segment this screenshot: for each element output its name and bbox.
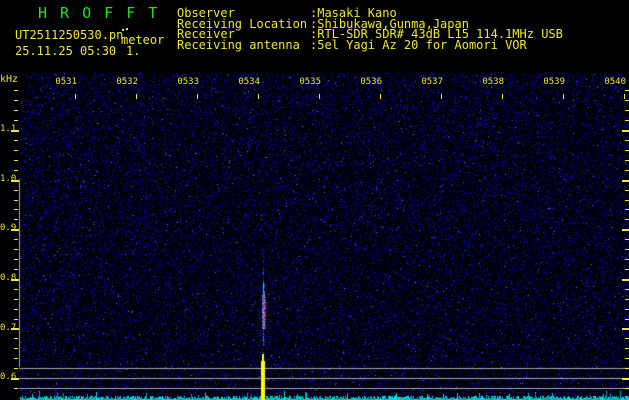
time-tick-label: 0539: [543, 77, 565, 87]
freq-minor-tick-right: [625, 100, 629, 102]
freq-minor-tick: [14, 348, 18, 350]
freq-major-tick-right: [622, 130, 629, 133]
time-tick-label: 0540: [604, 77, 626, 87]
freq-minor-tick: [14, 189, 18, 191]
freq-major-tick-right: [622, 229, 629, 232]
freq-minor-tick: [14, 100, 18, 102]
time-tick-mark: [319, 94, 320, 99]
freq-minor-tick-right: [625, 209, 629, 211]
freq-minor-tick-right: [625, 358, 629, 360]
freq-minor-tick: [14, 268, 18, 270]
time-tick-mark: [197, 94, 198, 99]
time-tick-label: 0538: [482, 77, 504, 87]
time-tick-label: 0535: [299, 77, 321, 87]
antenna-label: Receiving antenna: [177, 37, 300, 52]
time-tick-mark: [624, 94, 625, 99]
freq-minor-tick: [14, 239, 18, 241]
freq-minor-tick: [14, 149, 18, 151]
app-title: H R O F F T: [38, 4, 160, 22]
freq-minor-tick-right: [625, 318, 629, 320]
hrofft-screenshot: H R O F F T UT2511250530.pn meteor 25.11…: [0, 0, 629, 400]
filename-text: UT2511250530.pn: [15, 28, 124, 42]
time-tick-label: 0531: [55, 77, 77, 87]
freq-minor-tick: [14, 159, 18, 161]
time-tick-mark: [380, 94, 381, 99]
freq-minor-tick-right: [625, 259, 629, 261]
datetime-text: 25.11.25 05:30: [15, 44, 117, 58]
freq-minor-tick-right: [625, 239, 629, 241]
freq-minor-tick: [14, 140, 18, 141]
freq-minor-tick-right: [625, 268, 629, 270]
time-tick-mark: [563, 94, 564, 99]
time-tick-mark: [441, 94, 442, 99]
freq-minor-tick-right: [625, 189, 629, 191]
time-tick-mark: [258, 94, 259, 99]
freq-minor-tick: [14, 169, 18, 171]
freq-tick-label: 0.9: [0, 223, 17, 234]
time-tick-label: 0537: [421, 77, 443, 87]
freq-tick-label: 1.1: [0, 124, 17, 135]
freq-minor-tick-right: [625, 120, 629, 122]
antenna-value: :5el Yagi Az 20 for Aomori VOR: [310, 37, 527, 52]
freq-minor-tick-right: [625, 368, 629, 370]
freq-minor-tick-right: [625, 199, 629, 201]
freq-minor-tick-right: [625, 110, 629, 112]
khz-axis-unit: kHz: [0, 74, 19, 85]
freq-tick-label: 0.7: [0, 322, 17, 333]
freq-minor-tick: [14, 110, 18, 112]
freq-minor-tick-right: [625, 388, 629, 389]
freq-minor-tick-right: [625, 159, 629, 161]
freq-minor-tick: [14, 298, 18, 300]
freq-minor-tick: [14, 209, 18, 211]
time-tick-mark: [136, 94, 137, 99]
freq-minor-tick: [14, 120, 18, 122]
freq-tick-label: 0.8: [0, 273, 17, 283]
freq-minor-tick: [14, 368, 18, 370]
freq-minor-tick: [14, 219, 18, 221]
spectrogram-canvas: [0, 0, 629, 400]
freq-minor-tick-right: [625, 219, 629, 221]
freq-minor-tick: [14, 318, 18, 320]
freq-minor-tick-right: [625, 288, 629, 290]
freq-major-tick-right: [622, 179, 629, 182]
freq-minor-tick-right: [625, 249, 629, 251]
freq-minor-tick: [14, 288, 18, 290]
freq-tick-label: 1.0: [0, 173, 17, 184]
freq-major-tick-right: [622, 278, 629, 281]
freq-minor-tick-right: [625, 348, 629, 350]
freq-minor-tick-right: [625, 338, 629, 340]
filename-g-remnant: [122, 29, 124, 31]
time-tick-mark: [75, 94, 76, 99]
freq-tick-label: 0.6: [0, 372, 17, 383]
freq-minor-tick: [14, 358, 18, 360]
freq-minor-tick: [14, 199, 18, 201]
freq-minor-tick-right: [625, 169, 629, 171]
freq-minor-tick: [14, 388, 18, 389]
freq-minor-tick-right: [625, 308, 629, 310]
freq-minor-tick-right: [625, 149, 629, 151]
echo-counter: 1.: [126, 44, 141, 58]
time-tick-label: 0536: [360, 77, 382, 87]
freq-minor-tick-right: [625, 140, 629, 141]
freq-minor-tick: [14, 259, 18, 261]
freq-major-tick-right: [622, 378, 629, 381]
freq-minor-tick-right: [625, 298, 629, 300]
freq-minor-tick: [14, 90, 18, 92]
time-tick-label: 0534: [238, 77, 260, 87]
freq-minor-tick: [14, 249, 18, 251]
freq-minor-tick: [14, 308, 18, 310]
freq-major-tick-right: [622, 328, 629, 331]
freq-minor-tick: [14, 338, 18, 340]
time-tick-mark: [502, 94, 503, 99]
freq-minor-tick-right: [625, 90, 629, 92]
time-tick-label: 0533: [177, 77, 199, 87]
time-tick-label: 0532: [116, 77, 138, 87]
